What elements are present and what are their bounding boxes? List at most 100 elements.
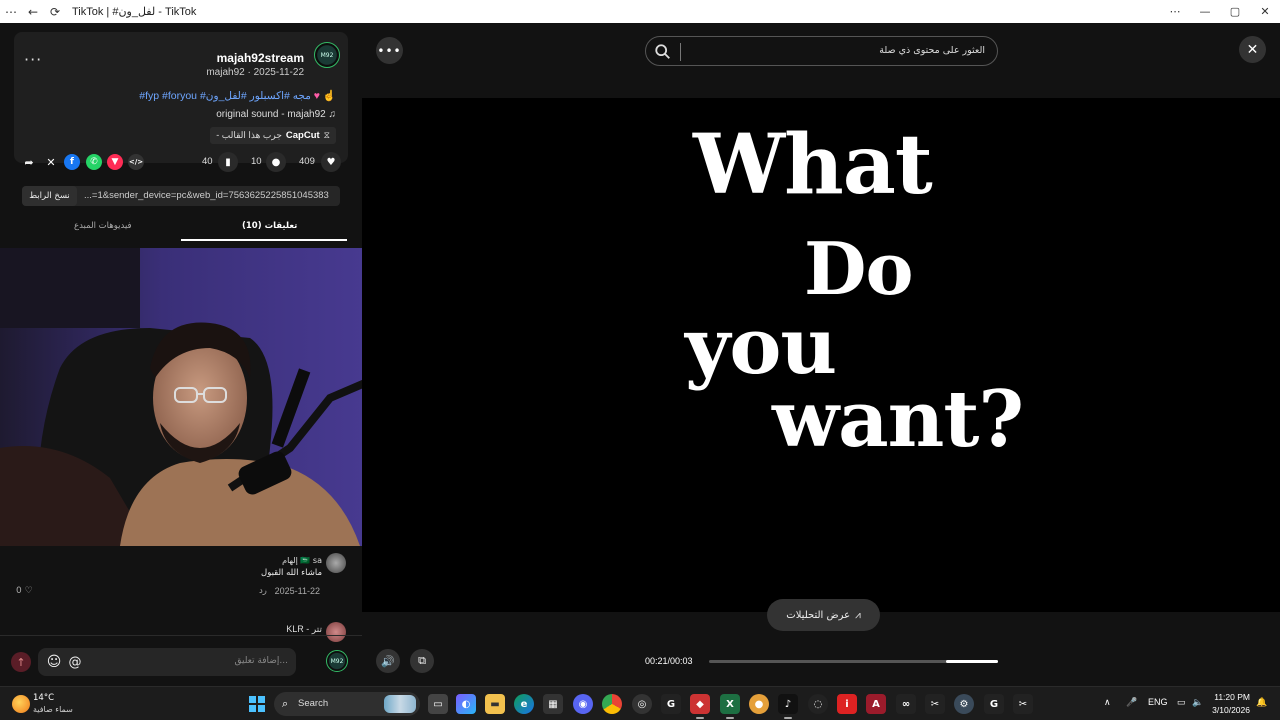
embed-code-icon[interactable]: </>	[128, 154, 144, 170]
tab-comments[interactable]: تعليقات (10)	[242, 221, 297, 231]
windows-start-icon[interactable]	[249, 696, 265, 712]
comment-date: 2025-11-22	[274, 586, 320, 596]
whatsapp-share-icon[interactable]: ✆	[86, 154, 102, 170]
app-red-icon[interactable]: i	[837, 694, 857, 714]
reply-button[interactable]: رد	[259, 586, 267, 596]
heart-like-icon[interactable]: ♥	[321, 152, 341, 172]
share-arrow-icon[interactable]: ➦	[21, 154, 37, 170]
excel-icon[interactable]: X	[720, 694, 740, 719]
capcut2-taskbar-icon[interactable]: ✂	[1013, 694, 1033, 714]
restore-button[interactable]: ▢	[1220, 0, 1250, 23]
comment-input-bar: ↑ ☺ @ إضافة تعليق... M92	[0, 635, 362, 686]
refresh-icon[interactable]: ⟳	[44, 0, 66, 23]
edge-icon[interactable]: e	[514, 694, 534, 714]
clock-time: 11:20 PM	[1214, 692, 1250, 702]
close-player-button[interactable]: ✕	[1239, 36, 1266, 63]
analytics-label: عرض التحليلات	[786, 609, 851, 621]
share-link-box: نسخ الرابط ...=1&sender_device=pc&web_id…	[22, 186, 340, 206]
music-link[interactable]: original sound - majah92 ♫	[216, 109, 336, 120]
tab-creator-videos[interactable]: فيديوهات المبدع	[74, 221, 132, 231]
app-g2-icon[interactable]: G	[984, 694, 1004, 714]
x-share-icon[interactable]: ✕	[43, 154, 59, 170]
comment-like-count: 0	[16, 586, 22, 596]
capcut-template-link[interactable]: - جرب هذا القالب CapCut ⧖	[210, 127, 336, 144]
heart-outline-icon: ♡	[24, 586, 33, 596]
comment-like-button[interactable]: 0 ♡	[16, 586, 33, 596]
notification-app-icon[interactable]: ●	[749, 694, 769, 714]
more-options-icon[interactable]: ⋯	[1160, 0, 1190, 23]
post-more-button[interactable]: ···	[24, 50, 42, 69]
file-explorer-icon[interactable]: ▬	[485, 694, 505, 714]
capcut-taskbar-icon[interactable]: ✂	[925, 694, 945, 714]
menu-icon[interactable]: ⋯	[0, 0, 22, 23]
brave-icon[interactable]: ◆	[690, 694, 710, 719]
emoji-icon[interactable]: ☺	[45, 653, 63, 671]
tray-chevron-icon[interactable]: ∧	[1104, 697, 1111, 708]
creator-avatar[interactable]: M92	[314, 42, 340, 68]
streamer-webcam-image	[0, 248, 406, 546]
bookmark-icon[interactable]: ▮	[218, 152, 238, 172]
player-more-button[interactable]: •••	[376, 37, 403, 64]
notification-bell-icon[interactable]: 🔔	[1256, 697, 1267, 708]
taskbar-clock[interactable]: 11:20 PM 3/10/2026	[1212, 691, 1250, 717]
tiktok-icon[interactable]: ♪	[778, 694, 798, 719]
facebook-share-icon[interactable]: f	[64, 154, 80, 170]
post-comment-button[interactable]: ↑	[11, 652, 31, 672]
app-g-icon[interactable]: G	[661, 694, 681, 714]
video-frame[interactable]: What Do you want?	[362, 98, 1280, 612]
taskbar-search[interactable]: ⌕ Search	[274, 692, 420, 716]
volume-icon[interactable]: 🔊	[376, 649, 400, 673]
comments-count: 10	[251, 156, 262, 167]
copilot-icon[interactable]: ◐	[456, 694, 476, 714]
analytics-chart-icon: ⩘	[855, 609, 861, 621]
app-a-icon[interactable]: A	[866, 694, 886, 714]
webcam-overlay	[0, 248, 406, 546]
video-text-line-2: Do	[804, 226, 913, 311]
comment-tabs: فيديوهات المبدع تعليقات (10)	[14, 216, 347, 241]
finger-emoji-icon: ☝	[322, 90, 336, 102]
microphone-icon[interactable]: 🎤	[1126, 697, 1137, 708]
music-note-icon: ♫	[328, 109, 337, 120]
speaker-icon[interactable]: 🔈	[1192, 697, 1203, 708]
search-divider	[680, 43, 681, 61]
back-icon[interactable]: ←	[22, 0, 44, 23]
post-actions-row: ➦ ✕ f ✆ ▼ </> 40 ▮ 10 ● 409 ♥	[0, 152, 362, 176]
discord-icon[interactable]: ◉	[573, 694, 593, 714]
creator-username[interactable]: majah92stream	[217, 51, 304, 65]
related-search-box[interactable]: العثور على محتوى ذي صلة	[645, 36, 998, 66]
network-icon[interactable]: ▭	[1177, 697, 1186, 708]
comment-author[interactable]: إلهام 🇸🇦 sa	[282, 556, 322, 565]
picture-in-picture-icon[interactable]: ⧉	[410, 649, 434, 673]
minimize-button[interactable]: —	[1190, 0, 1220, 23]
settings-icon[interactable]: ⚙	[954, 694, 974, 714]
caption-hashtags[interactable]: #fyp #foryou #مجه #اكسبلور #لفل_ون	[139, 90, 311, 102]
post-caption: #fyp #foryou #مجه #اكسبلور #لفل_ون ♥ ☝	[139, 89, 336, 102]
language-indicator[interactable]: ENG	[1148, 697, 1168, 707]
commenter-avatar[interactable]	[326, 553, 346, 573]
comment-bubble-icon[interactable]: ●	[266, 152, 286, 172]
view-analytics-button[interactable]: عرض التحليلات ⩘	[767, 599, 880, 631]
comment-text: ماشاء الله القبول	[261, 568, 322, 578]
copy-link-button[interactable]: نسخ الرابط	[22, 186, 77, 206]
video-player: ••• العثور على محتوى ذي صلة ✕ What Do yo…	[362, 23, 1280, 686]
obs-icon[interactable]: ◎	[632, 694, 652, 714]
send-friends-icon[interactable]: ▼	[107, 154, 123, 170]
weather-widget[interactable]: 14°C سماء صافية	[10, 691, 90, 717]
likes-count: 409	[299, 156, 315, 167]
task-view-icon[interactable]: ▭	[428, 694, 448, 714]
comment-author[interactable]: KLR - تتر	[286, 624, 322, 635]
mention-icon[interactable]: @	[66, 653, 84, 671]
search-icon[interactable]	[654, 43, 672, 61]
video-timecode: 00:21/00:03	[645, 656, 693, 666]
active-tab-indicator	[181, 239, 347, 241]
store-icon[interactable]: ▦	[543, 694, 563, 714]
app-glasses-icon[interactable]: ∞	[896, 694, 916, 714]
share-link-text[interactable]: ...=1&sender_device=pc&web_id=7563625225…	[84, 190, 336, 201]
sync-icon[interactable]: ◌	[808, 694, 828, 714]
comment-input[interactable]: ☺ @ إضافة تعليق...	[38, 648, 296, 676]
video-progress-fill	[945, 660, 998, 663]
close-window-button[interactable]: ✕	[1250, 0, 1280, 23]
video-text-line-4: want?	[772, 374, 1024, 465]
chrome-icon[interactable]	[602, 694, 622, 714]
video-progress-bar[interactable]	[709, 660, 998, 663]
